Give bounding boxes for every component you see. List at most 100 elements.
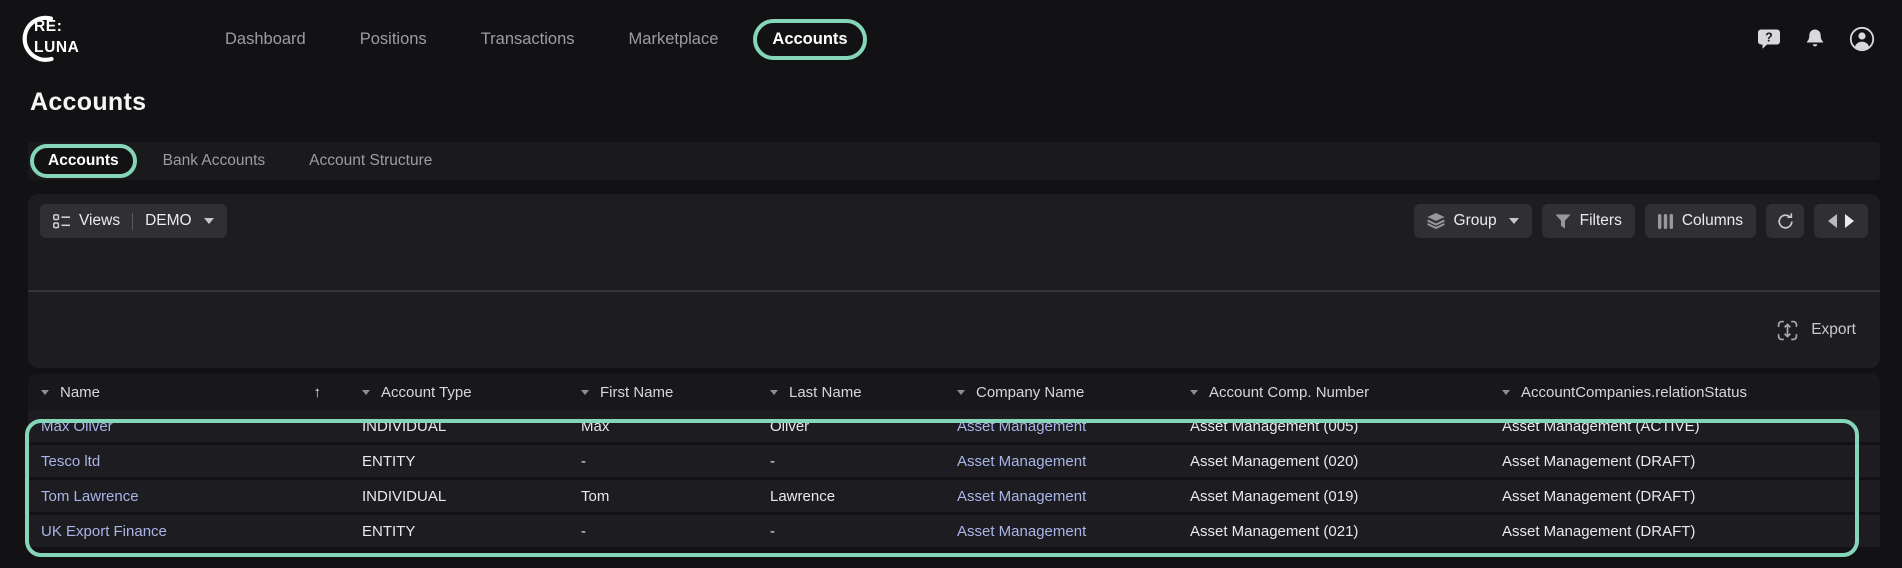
- columns-icon: [1658, 214, 1673, 229]
- export-button[interactable]: Export: [1777, 320, 1856, 341]
- pagination-arrows-button[interactable]: [1814, 204, 1868, 238]
- column-menu-icon[interactable]: [41, 390, 49, 395]
- views-selected-value: DEMO: [145, 212, 192, 230]
- cell-account-type: ENTITY: [349, 523, 568, 540]
- nav-item-accounts[interactable]: Accounts: [753, 19, 866, 60]
- top-navigation-bar: RE: LUNA Dashboard Positions Transaction…: [0, 0, 1902, 78]
- cell-account-type: INDIVIDUAL: [349, 418, 568, 435]
- cell-first-name: Tom: [568, 488, 757, 505]
- cell-company-name[interactable]: Asset Management: [944, 453, 1177, 470]
- refresh-button[interactable]: [1766, 204, 1804, 238]
- views-list-icon: [53, 214, 70, 229]
- tab-bank-accounts[interactable]: Bank Accounts: [145, 144, 284, 178]
- table-row[interactable]: Tesco ltd ENTITY - - Asset Management As…: [28, 445, 1880, 477]
- column-menu-icon[interactable]: [581, 390, 589, 395]
- views-button-divider: [132, 213, 133, 230]
- columns-button[interactable]: Columns: [1645, 204, 1756, 238]
- column-label: First Name: [600, 384, 673, 401]
- column-label: AccountCompanies.relationStatus: [1521, 384, 1747, 401]
- nav-item-positions[interactable]: Positions: [341, 19, 446, 60]
- page-title: Accounts: [30, 88, 1902, 117]
- cell-relation-status: Asset Management (ACTIVE): [1489, 418, 1880, 435]
- next-arrow-icon[interactable]: [1845, 214, 1854, 228]
- table-toolbar-panel: Views DEMO Group Filters: [28, 194, 1880, 368]
- cell-account-type: ENTITY: [349, 453, 568, 470]
- column-label: Name: [60, 384, 100, 401]
- toolbar-right-buttons: Group Filters Columns: [1414, 204, 1868, 238]
- column-menu-icon[interactable]: [770, 390, 778, 395]
- cell-account-comp-number: Asset Management (005): [1177, 418, 1489, 435]
- column-label: Account Type: [381, 384, 472, 401]
- table-row[interactable]: Max Oliver INDIVIDUAL Max Oliver Asset M…: [28, 410, 1880, 442]
- cell-company-name[interactable]: Asset Management: [944, 523, 1177, 540]
- notifications-bell-icon[interactable]: [1803, 27, 1827, 51]
- column-menu-icon[interactable]: [1502, 390, 1510, 395]
- cell-name[interactable]: UK Export Finance: [28, 523, 349, 540]
- column-header-last-name[interactable]: Last Name: [757, 384, 944, 401]
- column-menu-icon[interactable]: [362, 390, 370, 395]
- cell-name[interactable]: Tom Lawrence: [28, 488, 349, 505]
- refresh-icon: [1776, 212, 1795, 231]
- nav-item-marketplace[interactable]: Marketplace: [610, 19, 738, 60]
- help-icon[interactable]: ?: [1756, 26, 1782, 52]
- cell-first-name: -: [568, 523, 757, 540]
- group-label: Group: [1454, 212, 1497, 230]
- cell-account-type: INDIVIDUAL: [349, 488, 568, 505]
- topbar-icons: ?: [1756, 25, 1876, 53]
- table-row[interactable]: UK Export Finance ENTITY - - Asset Manag…: [28, 515, 1880, 547]
- column-header-relation-status[interactable]: AccountCompanies.relationStatus: [1489, 384, 1880, 401]
- toolbar-row: Views DEMO Group Filters: [28, 194, 1880, 290]
- reluna-logo[interactable]: RE: LUNA: [18, 12, 206, 66]
- cell-name[interactable]: Tesco ltd: [28, 453, 349, 470]
- export-row: Export: [28, 292, 1880, 368]
- filters-button[interactable]: Filters: [1542, 204, 1635, 238]
- tab-account-structure[interactable]: Account Structure: [291, 144, 450, 178]
- column-menu-icon[interactable]: [957, 390, 965, 395]
- cell-last-name: -: [757, 523, 944, 540]
- sort-asc-icon[interactable]: ↑: [314, 384, 322, 401]
- tab-accounts[interactable]: Accounts: [30, 144, 137, 178]
- table-row[interactable]: Tom Lawrence INDIVIDUAL Tom Lawrence Ass…: [28, 480, 1880, 512]
- views-dropdown-button[interactable]: Views DEMO: [40, 204, 227, 238]
- cell-name[interactable]: Max Oliver: [28, 418, 349, 435]
- group-layers-icon: [1427, 213, 1445, 229]
- filter-funnel-icon: [1555, 214, 1571, 229]
- cell-account-comp-number: Asset Management (021): [1177, 523, 1489, 540]
- chevron-down-icon: [204, 218, 214, 224]
- column-label: Company Name: [976, 384, 1084, 401]
- cell-account-comp-number: Asset Management (020): [1177, 453, 1489, 470]
- user-avatar-icon[interactable]: [1848, 25, 1876, 53]
- views-label: Views: [79, 212, 120, 230]
- cell-first-name: Max: [568, 418, 757, 435]
- cell-account-comp-number: Asset Management (019): [1177, 488, 1489, 505]
- column-header-account-comp-number[interactable]: Account Comp. Number: [1177, 384, 1489, 401]
- cell-company-name[interactable]: Asset Management: [944, 488, 1177, 505]
- main-nav: Dashboard Positions Transactions Marketp…: [206, 19, 867, 60]
- column-label: Account Comp. Number: [1209, 384, 1369, 401]
- columns-label: Columns: [1682, 212, 1743, 230]
- column-header-name[interactable]: Name ↑: [28, 384, 349, 401]
- cell-last-name: Lawrence: [757, 488, 944, 505]
- cell-relation-status: Asset Management (DRAFT): [1489, 453, 1880, 470]
- table-header-row: Name ↑ Account Type First Name Last Name…: [28, 374, 1880, 410]
- cell-first-name: -: [568, 453, 757, 470]
- cell-company-name[interactable]: Asset Management: [944, 418, 1177, 435]
- column-header-company-name[interactable]: Company Name: [944, 384, 1177, 401]
- cell-last-name: Oliver: [757, 418, 944, 435]
- group-button[interactable]: Group: [1414, 204, 1532, 238]
- column-header-first-name[interactable]: First Name: [568, 384, 757, 401]
- chevron-down-icon: [1509, 218, 1519, 224]
- export-icon: [1777, 320, 1798, 341]
- nav-item-dashboard[interactable]: Dashboard: [206, 19, 325, 60]
- prev-arrow-icon[interactable]: [1828, 214, 1837, 228]
- nav-item-transactions[interactable]: Transactions: [462, 19, 594, 60]
- accounts-tabstrip: Accounts Bank Accounts Account Structure: [28, 142, 1880, 180]
- column-label: Last Name: [789, 384, 862, 401]
- column-menu-icon[interactable]: [1190, 390, 1198, 395]
- cell-relation-status: Asset Management (DRAFT): [1489, 523, 1880, 540]
- filters-label: Filters: [1580, 212, 1622, 230]
- column-header-account-type[interactable]: Account Type: [349, 384, 568, 401]
- export-label: Export: [1811, 321, 1856, 339]
- svg-text:?: ?: [1765, 31, 1773, 45]
- cell-relation-status: Asset Management (DRAFT): [1489, 488, 1880, 505]
